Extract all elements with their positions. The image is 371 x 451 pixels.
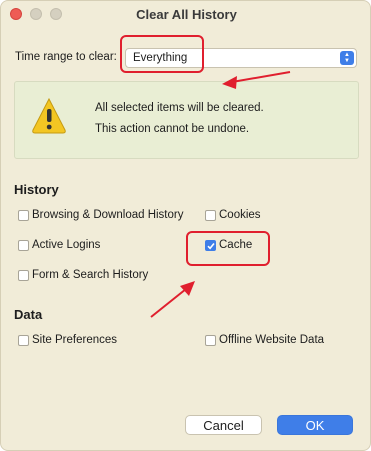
- annotation-arrows: [150, 71, 291, 318]
- arrow-to-cache: [150, 281, 195, 318]
- clear-history-dialog: Clear All History Time range to clear: E…: [0, 0, 371, 451]
- arrow-to-time-range: [222, 71, 291, 89]
